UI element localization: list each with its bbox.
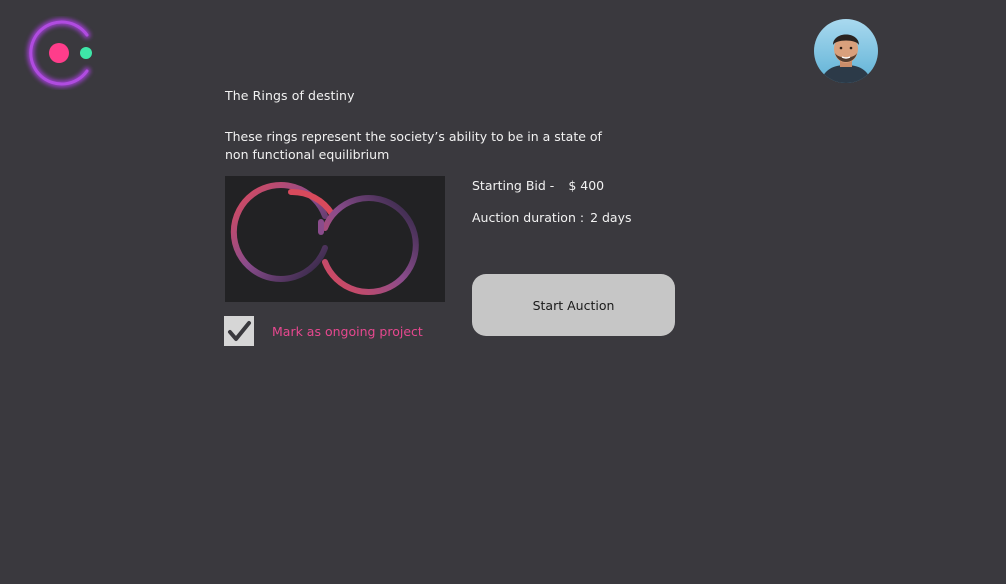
start-auction-button[interactable]: Start Auction [472,274,675,336]
starting-bid-value: $ 400 [568,178,605,193]
starting-bid-label: Starting Bid - [472,178,555,193]
auction-page: The Rings of destiny These rings represe… [0,0,1006,584]
rings-artwork [225,176,445,302]
item-description: These rings represent the society’s abil… [225,129,602,162]
starting-bid-row: Starting Bid - $ 400 [472,178,604,193]
ongoing-project-checkbox[interactable] [224,316,254,346]
logo-ring-icon[interactable] [20,16,100,90]
user-avatar[interactable] [814,19,878,83]
auction-duration-label: Auction duration : [472,210,585,225]
item-title: The Rings of destiny [225,88,355,103]
ongoing-project-label[interactable]: Mark as ongoing project [272,324,423,339]
checkmark-icon [228,321,251,341]
auction-duration-row: Auction duration : 2 days [472,210,632,225]
auction-duration-value: 2 days [590,210,632,225]
